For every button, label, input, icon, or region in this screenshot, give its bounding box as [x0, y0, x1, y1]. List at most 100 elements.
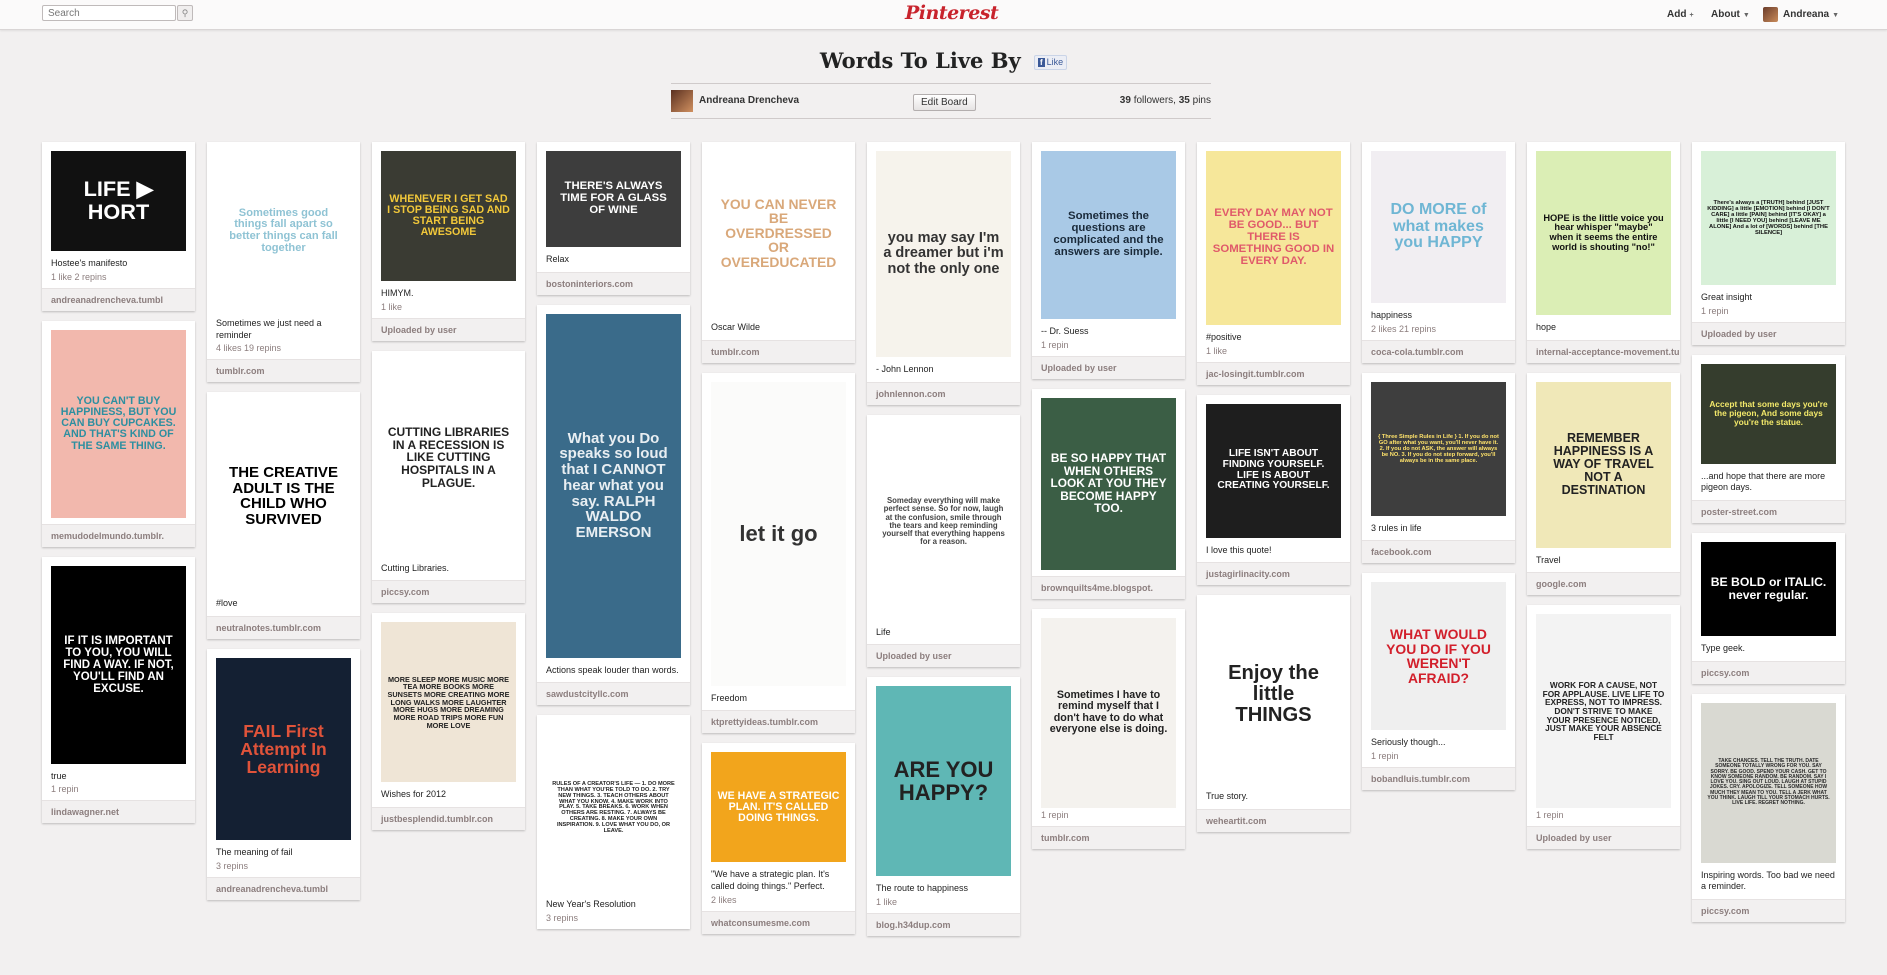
pin-source-link[interactable]: justbesplendid.tumblr.con [372, 807, 525, 831]
pin-card[interactable]: Enjoy the little THINGS True story. wehear… [1197, 595, 1350, 833]
pin-image[interactable]: Sometimes good things fall apart so bett… [216, 151, 351, 311]
pin-card[interactable]: EVERY DAY MAY NOT BE GOOD... BUT THERE I… [1197, 142, 1350, 385]
pin-image[interactable]: Accept that some days you're the pigeon,… [1701, 363, 1836, 464]
pin-card[interactable]: LIFE ISN'T ABOUT FINDING YOURSELF. LIFE … [1197, 394, 1350, 586]
pin-image[interactable]: BE BOLD or ITALIC. never regular. [1701, 542, 1836, 637]
pin-image[interactable]: What you Do speaks so loud that I CANNOT… [546, 313, 681, 658]
pin-image[interactable]: EVERY DAY MAY NOT BE GOOD... BUT THERE I… [1206, 151, 1341, 325]
pin-source-link[interactable]: justagirlinacity.com [1197, 562, 1350, 586]
pin-source-link[interactable]: Uploaded by user [867, 644, 1020, 668]
magnifier-icon[interactable]: ⚲ [177, 5, 193, 21]
pin-source-link[interactable]: Uploaded by user [1527, 826, 1680, 850]
about-menu-button[interactable]: About ▼ [1711, 9, 1750, 20]
pin-image[interactable]: LIFE ISN'T ABOUT FINDING YOURSELF. LIFE … [1206, 403, 1341, 538]
pin-card[interactable]: let it go Freedom ktprettyideas.tumblr.com [702, 372, 855, 734]
pin-image[interactable]: WORK FOR A CAUSE, NOT FOR APPLAUSE. LIVE… [1536, 614, 1671, 809]
pin-card[interactable]: Sometimes I have to remind myself that I… [1032, 608, 1185, 849]
add-menu-button[interactable]: Add + [1667, 9, 1694, 20]
pin-source-link[interactable]: brownquilts4me.blogspot. [1032, 575, 1185, 599]
pin-source-link[interactable]: sawdustcityllc.com [537, 682, 690, 706]
pin-card[interactable]: Someday everything will make perfect sen… [867, 414, 1020, 668]
edit-board-button[interactable]: Edit Board [913, 94, 976, 111]
pin-image[interactable]: DO MORE of what makes you HAPPY [1371, 151, 1506, 303]
pin-card[interactable]: Sometimes the questions are complicated … [1032, 142, 1185, 379]
pin-source-link[interactable]: piccsy.com [1692, 899, 1845, 923]
pin-card[interactable]: YOU CAN'T BUY HAPPINESS, BUT YOU CAN BUY… [42, 320, 195, 547]
pin-image[interactable]: IF IT IS IMPORTANT TO YOU, YOU WILL FIND… [51, 565, 186, 764]
pin-source-link[interactable]: jac-losingit.tumblr.com [1197, 361, 1350, 385]
pin-card[interactable]: What you Do speaks so loud that I CANNOT… [537, 304, 690, 706]
pin-card[interactable]: There's always a [TRUTH] behind [JUST KI… [1692, 142, 1845, 345]
pin-source-link[interactable]: neutralnotes.tumblr.com [207, 616, 360, 640]
pin-image[interactable]: HOPE is the little voice you hear whispe… [1536, 151, 1671, 315]
pin-source-link[interactable]: johnlennon.com [867, 381, 1020, 405]
pin-source-link[interactable]: memudodelmundo.tumblr. [42, 523, 195, 547]
pin-source-link[interactable]: google.com [1527, 572, 1680, 596]
facebook-like-button[interactable]: f Like [1034, 55, 1068, 70]
pin-source-link[interactable]: poster-street.com [1692, 500, 1845, 524]
pin-source-link[interactable]: internal-acceptance-movement.tumblr.com [1527, 339, 1680, 363]
pin-card[interactable]: REMEMBER HAPPINESS IS A WAY OF TRAVEL NO… [1527, 372, 1680, 596]
pin-source-link[interactable]: whatconsumesme.com [702, 910, 855, 934]
pin-source-link[interactable]: andreanadrencheva.tumbl [207, 876, 360, 900]
pin-source-link[interactable]: facebook.com [1362, 540, 1515, 564]
pin-source-link[interactable]: bobandluis.tumblr.com [1362, 767, 1515, 791]
pin-image[interactable]: ARE YOU HAPPY? [876, 686, 1011, 877]
pin-image[interactable]: There's always a [TRUTH] behind [JUST KI… [1701, 151, 1836, 285]
pin-image[interactable]: YOU CAN'T BUY HAPPINESS, BUT YOU CAN BUY… [51, 329, 186, 518]
pin-image[interactable]: Enjoy the little THINGS [1206, 604, 1341, 785]
pin-card[interactable]: ARE YOU HAPPY? The route to happiness 1 li… [867, 677, 1020, 937]
pin-image[interactable]: THERE'S ALWAYS TIME FOR A GLASS OF WINE [546, 151, 681, 247]
followers-count[interactable]: 39 [1120, 95, 1131, 106]
pin-image[interactable]: MORE SLEEP MORE MUSIC MORE TEA MORE BOOK… [381, 622, 516, 783]
pin-card[interactable]: WHAT WOULD YOU DO IF YOU WEREN'T AFRAID?… [1362, 573, 1515, 791]
pin-source-link[interactable]: tumblr.com [702, 339, 855, 363]
pin-card[interactable]: BE BOLD or ITALIC. never regular. Type ge… [1692, 533, 1845, 684]
pin-card[interactable]: Accept that some days you're the pigeon,… [1692, 354, 1845, 524]
pin-card[interactable]: IF IT IS IMPORTANT TO YOU, YOU WILL FIND… [42, 556, 195, 824]
pin-source-link[interactable]: Uploaded by user [1032, 355, 1185, 379]
pin-source-link[interactable]: piccsy.com [372, 580, 525, 604]
pin-image[interactable]: FAIL First Attempt In Learning [216, 658, 351, 841]
pin-source-link[interactable]: lindawagner.net [42, 800, 195, 824]
pin-source-link[interactable]: ktprettyideas.tumblr.com [702, 710, 855, 734]
pin-card[interactable]: WORK FOR A CAUSE, NOT FOR APPLAUSE. LIVE… [1527, 605, 1680, 850]
user-menu-button[interactable]: Andreana ▼ [1783, 9, 1839, 20]
pin-image[interactable]: TAKE CHANCES. TELL THE TRUTH. DATE SOMEO… [1701, 702, 1836, 863]
pin-image[interactable]: let it go [711, 381, 846, 686]
pin-image[interactable]: WHAT WOULD YOU DO IF YOU WEREN'T AFRAID? [1371, 582, 1506, 731]
pin-source-link[interactable]: tumblr.com [1032, 825, 1185, 849]
pin-image[interactable]: WHENEVER I GET SAD I STOP BEING SAD AND … [381, 151, 516, 281]
pin-image[interactable]: LIFE ▶ HORT [51, 151, 186, 251]
pin-source-link[interactable]: tumblr.com [207, 359, 360, 383]
pin-card[interactable]: BE SO HAPPY THAT WHEN OTHERS LOOK AT YOU… [1032, 388, 1185, 599]
pin-source-link[interactable]: coca-cola.tumblr.com [1362, 339, 1515, 363]
pin-card[interactable]: { Three Simple Rules in Life } 1. If you… [1362, 372, 1515, 564]
pin-image[interactable]: BE SO HAPPY THAT WHEN OTHERS LOOK AT YOU… [1041, 397, 1176, 570]
pin-card[interactable]: LIFE ▶ HORT Hostee's manifesto 1 like 2 re… [42, 142, 195, 311]
pin-card[interactable]: FAIL First Attempt In Learning The meanin… [207, 649, 360, 900]
pin-card[interactable]: THE CREATIVE ADULT IS THE CHILD WHO SURV… [207, 392, 360, 640]
pin-card[interactable]: WHENEVER I GET SAD I STOP BEING SAD AND … [372, 142, 525, 341]
pin-image[interactable]: you may say I'm a dreamer but i'm not th… [876, 151, 1011, 357]
pin-card[interactable]: you may say I'm a dreamer but i'm not th… [867, 142, 1020, 405]
pin-source-link[interactable]: blog.h34dup.com [867, 913, 1020, 937]
user-avatar[interactable] [1763, 7, 1778, 22]
pin-source-link[interactable]: Uploaded by user [1692, 321, 1845, 345]
pin-image[interactable]: Sometimes I have to remind myself that I… [1041, 617, 1176, 808]
pin-card[interactable]: CUTTING LIBRARIES IN A RECESSION IS LIKE… [372, 350, 525, 604]
pinterest-logo[interactable]: Pinterest [905, 2, 999, 24]
pin-source-link[interactable]: bostoninteriors.com [537, 271, 690, 295]
pin-image[interactable]: { Three Simple Rules in Life } 1. If you… [1371, 381, 1506, 516]
pin-card[interactable]: THERE'S ALWAYS TIME FOR A GLASS OF WINE R… [537, 142, 690, 295]
pin-source-link[interactable]: piccsy.com [1692, 660, 1845, 684]
pin-image[interactable]: Someday everything will make perfect sen… [876, 423, 1011, 620]
pin-image[interactable]: REMEMBER HAPPINESS IS A WAY OF TRAVEL NO… [1536, 381, 1671, 548]
pin-image[interactable]: WE HAVE A STRATEGIC PLAN. IT'S CALLED DO… [711, 752, 846, 863]
owner-name[interactable]: Andreana Drencheva [699, 95, 799, 106]
owner-avatar[interactable] [671, 90, 693, 112]
pin-card[interactable]: HOPE is the little voice you hear whispe… [1527, 142, 1680, 363]
pin-source-link[interactable]: andreanadrencheva.tumbl [42, 287, 195, 311]
pin-card[interactable]: MORE SLEEP MORE MUSIC MORE TEA MORE BOOK… [372, 613, 525, 831]
pin-card[interactable]: DO MORE of what makes you HAPPY happiness… [1362, 142, 1515, 363]
